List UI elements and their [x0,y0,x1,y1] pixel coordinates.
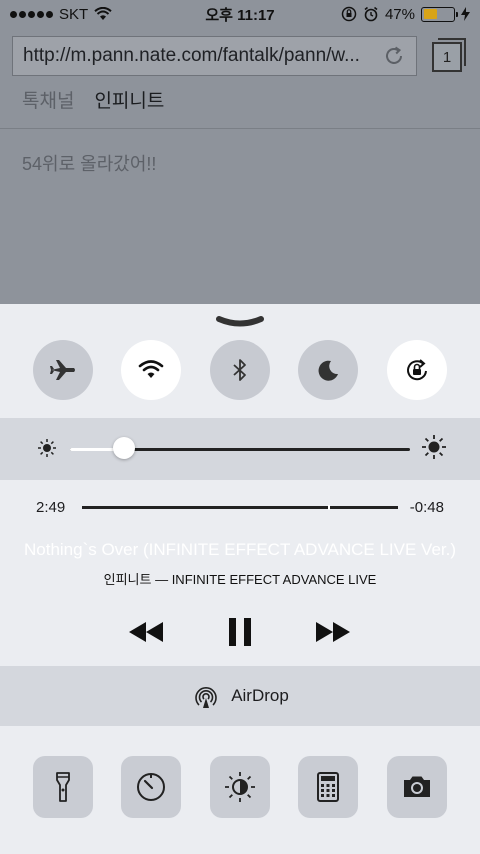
battery-percent: 47% [384,5,415,23]
wifi-status-icon [94,7,112,20]
flashlight-button[interactable] [33,756,93,818]
pause-icon [229,618,251,646]
rotation-lock-status-icon [341,6,357,22]
url-bar[interactable]: http://m.pann.nate.com/fantalk/pann/w... [12,36,417,76]
moon-icon [318,360,338,381]
wifi-icon [138,360,164,378]
brightness-slider-thumb[interactable] [113,437,136,459]
tab-infinite[interactable]: 인피니트 [94,86,164,113]
playback-position[interactable] [328,505,331,510]
now-playing: 2:49 -0:48 Nothing`s Over (INFINITE EFFE… [0,480,480,666]
battery-fill [423,9,438,19]
tabs-button[interactable]: 1 [432,38,466,72]
timer-icon [137,773,165,801]
night-shift-icon [225,772,255,802]
rewind-button[interactable] [126,612,166,652]
signal-strength-icon [10,10,53,18]
battery-icon [421,6,458,22]
camera-button[interactable] [387,756,447,818]
playback-controls [0,612,480,652]
bluetooth-icon [233,359,246,381]
fast-forward-icon [316,622,350,642]
control-center: 2:49 -0:48 Nothing`s Over (INFINITE EFFE… [0,304,480,854]
song-title: Nothing`s Over (INFINITE EFFECT ADVANCE … [23,540,457,559]
toggle-row [0,340,480,406]
flashlight-icon [56,772,70,802]
charging-bolt-icon [461,7,470,21]
airplane-mode-toggle[interactable] [33,340,93,400]
bluetooth-toggle[interactable] [210,340,270,400]
night-shift-button[interactable] [210,756,270,818]
wifi-toggle[interactable] [121,340,181,400]
brightness-row [0,418,480,480]
fast-forward-button[interactable] [313,612,353,652]
tab-count: 1 [442,48,452,66]
remaining-time: -0:48 [409,499,444,516]
rotation-lock-icon [407,359,427,381]
airplane-icon [50,360,75,380]
playback-scrubber[interactable] [82,505,398,510]
post-text: 54위로 올라갔어!! [22,154,157,174]
do-not-disturb-toggle[interactable] [298,340,358,400]
divider [0,128,480,129]
airdrop-button[interactable]: AirDrop [0,666,480,726]
carrier-name: SKT [59,5,89,23]
airdrop-label: AirDrop [231,686,289,705]
elapsed-time: 2:49 [36,499,66,516]
pause-button[interactable] [220,612,260,652]
calculator-button[interactable] [298,756,358,818]
shortcut-row [0,756,480,818]
alarm-status-icon [364,6,378,22]
rotation-lock-toggle[interactable] [387,340,447,400]
song-artist-album: 인피니트 — INFINITE EFFECT ADVANCE LIVE [103,572,377,587]
tab-talk-channel[interactable]: 톡채널 [22,86,74,113]
camera-icon [404,776,430,797]
url-text[interactable]: http://m.pann.nate.com/fantalk/pann/w... [23,45,374,67]
brightness-high-icon [422,435,446,459]
airdrop-icon [195,687,217,708]
calculator-icon [317,772,339,802]
status-bar: SKT 오후 11:17 47% [0,0,480,28]
brightness-low-icon [38,439,56,457]
reload-icon[interactable] [382,44,406,68]
timer-button[interactable] [121,756,181,818]
rewind-icon [129,622,163,642]
grabber-chevron-icon[interactable] [215,316,265,330]
page-tabs: 톡채널 인피니트 [22,86,164,113]
